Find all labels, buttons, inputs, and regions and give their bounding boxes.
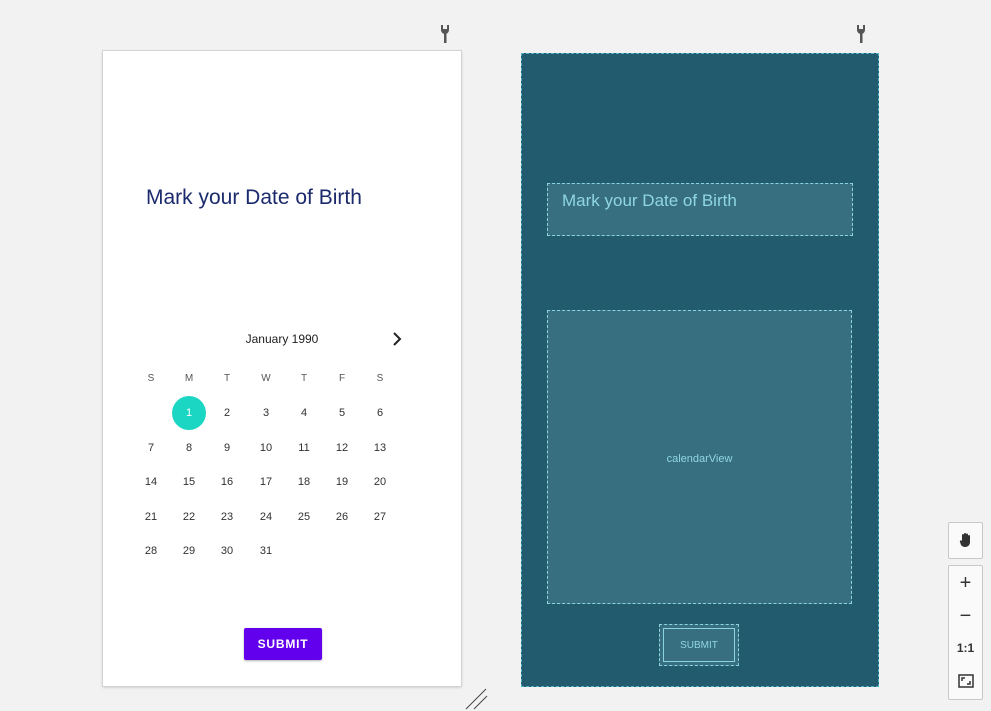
weekday-header: F <box>338 373 346 384</box>
calendar-day[interactable]: 19 <box>325 476 359 488</box>
calendar-day[interactable]: 25 <box>287 511 321 523</box>
hand-icon[interactable] <box>949 524 982 556</box>
weekday-header: T <box>300 373 308 384</box>
blueprint-preview[interactable]: Mark your Date of Birth calendarView SUB… <box>521 53 879 687</box>
calendar-day[interactable]: 28 <box>134 545 168 557</box>
calendar-day[interactable]: 2 <box>210 407 244 419</box>
calendar-day[interactable]: 22 <box>172 511 206 523</box>
calendar-day[interactable]: 17 <box>249 476 283 488</box>
calendar-day[interactable]: 7 <box>134 442 168 454</box>
calendar-day[interactable]: 27 <box>363 511 397 523</box>
weekday-header: S <box>376 373 384 384</box>
zoom-toolbar: + − 1:1 <box>948 565 983 700</box>
calendar-day[interactable]: 14 <box>134 476 168 488</box>
calendar-day[interactable]: 16 <box>210 476 244 488</box>
calendar-day[interactable]: 9 <box>210 442 244 454</box>
calendar-day[interactable]: 15 <box>172 476 206 488</box>
weekday-header: T <box>223 373 231 384</box>
calendar-day[interactable]: 26 <box>325 511 359 523</box>
calendar-day[interactable]: 31 <box>249 545 283 557</box>
page-title: Mark your Date of Birth <box>146 186 362 209</box>
zoom-out-icon[interactable]: − <box>949 600 982 632</box>
calendar-day-selected[interactable]: 1 <box>172 396 206 430</box>
chevron-right-icon[interactable] <box>388 330 406 348</box>
weekday-header: S <box>147 373 155 384</box>
submit-button-outline[interactable]: SUBMIT <box>659 624 739 666</box>
design-preview[interactable]: Mark your Date of Birth January 1990 S M T… <box>103 51 461 686</box>
calendar-day[interactable]: 8 <box>172 442 206 454</box>
wrench-icon[interactable] <box>853 24 869 44</box>
calendar-day[interactable]: 12 <box>325 442 359 454</box>
blueprint-submit-label: SUBMIT <box>663 628 735 662</box>
blueprint-title: Mark your Date of Birth <box>562 191 737 210</box>
calendar-view-label: calendarView <box>666 453 733 465</box>
calendar-day[interactable]: 10 <box>249 442 283 454</box>
calendar-day[interactable]: 23 <box>210 511 244 523</box>
calendar-day[interactable]: 3 <box>249 407 283 419</box>
calendar-day[interactable]: 4 <box>287 407 321 419</box>
calendar-day[interactable]: 5 <box>325 407 359 419</box>
calendar-day[interactable]: 30 <box>210 545 244 557</box>
zoom-actual-size-button[interactable]: 1:1 <box>949 632 982 664</box>
month-label: January 1990 <box>245 332 319 346</box>
submit-button[interactable]: SUBMIT <box>244 628 322 660</box>
calendar-day[interactable]: 21 <box>134 511 168 523</box>
calendar-header: January 1990 <box>103 332 461 352</box>
calendar-day[interactable]: 13 <box>363 442 397 454</box>
calendar-day[interactable]: 29 <box>172 545 206 557</box>
calendar-day[interactable]: 18 <box>287 476 321 488</box>
zoom-in-icon[interactable]: + <box>949 567 982 599</box>
wrench-icon[interactable] <box>437 24 453 44</box>
weekday-header: W <box>261 373 271 384</box>
fit-screen-icon[interactable] <box>949 665 982 697</box>
resize-handle-icon[interactable] <box>465 688 489 710</box>
weekday-header: M <box>184 373 194 384</box>
calendar-day[interactable]: 6 <box>363 407 397 419</box>
calendar-view-outline[interactable]: calendarView <box>547 310 852 604</box>
calendar-day[interactable]: 24 <box>249 511 283 523</box>
pan-tool[interactable] <box>948 522 983 559</box>
title-textview-outline[interactable]: Mark your Date of Birth <box>547 183 853 236</box>
calendar-day[interactable]: 20 <box>363 476 397 488</box>
calendar-day[interactable]: 11 <box>287 442 321 454</box>
